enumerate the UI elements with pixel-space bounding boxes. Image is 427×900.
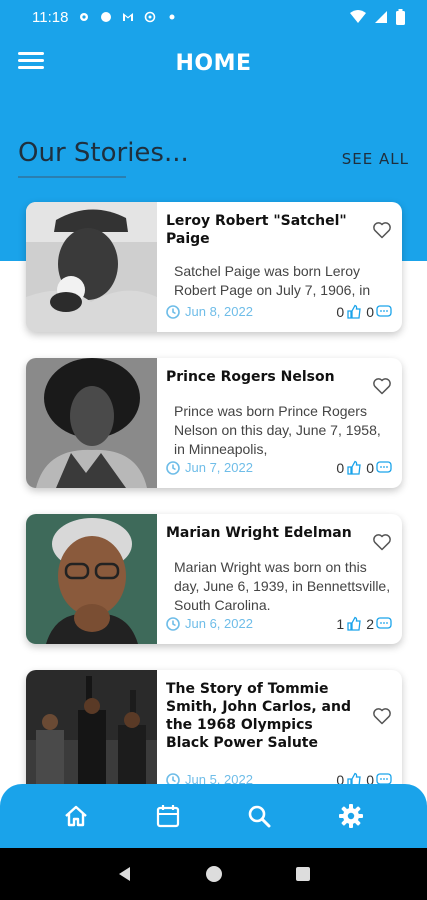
- story-stats: 1 2: [336, 616, 392, 632]
- gear-icon: [339, 804, 364, 828]
- story-excerpt: Satchel Paige was born Leroy Robert Page…: [174, 263, 371, 298]
- story-stats: 0 0: [336, 304, 392, 320]
- story-photo: [26, 202, 157, 332]
- story-excerpt: Marian Wright was born on this day, June…: [174, 559, 391, 613]
- comment-count: 0: [366, 460, 374, 476]
- system-nav-bar: [0, 848, 427, 900]
- like-icon[interactable]: [346, 616, 362, 632]
- story-date: Jun 7, 2022: [166, 460, 253, 475]
- story-card[interactable]: Marian Wright Edelman Marian Wright was …: [26, 514, 402, 644]
- story-card[interactable]: Prince Rogers Nelson Prince was born Pri…: [26, 358, 402, 488]
- story-card[interactable]: Leroy Robert "Satchel" Paige Satchel Pai…: [26, 202, 402, 332]
- story-stats: 0 0: [336, 460, 392, 476]
- heart-icon[interactable]: [372, 220, 392, 240]
- recents-icon[interactable]: [294, 865, 312, 883]
- page-title: HOME: [175, 51, 252, 76]
- search-icon: [249, 805, 271, 828]
- section-title: Our Stories...: [18, 138, 189, 168]
- story-date-text: Jun 7, 2022: [185, 460, 253, 475]
- comment-icon[interactable]: [376, 616, 392, 632]
- clock-icon: [166, 304, 180, 319]
- see-all-link[interactable]: SEE ALL: [342, 150, 409, 168]
- story-card[interactable]: The Story of Tommie Smith, John Carlos, …: [26, 670, 402, 800]
- story-date: Jun 6, 2022: [166, 616, 253, 631]
- settings-status-icon: [80, 13, 89, 21]
- nav-home[interactable]: [62, 802, 90, 830]
- like-count: 1: [336, 616, 345, 632]
- comment-icon[interactable]: [376, 460, 392, 476]
- like-icon[interactable]: [346, 304, 362, 320]
- status-bar: 11:18: [0, 0, 427, 34]
- story-title: Leroy Robert "Satchel" Paige: [166, 213, 347, 247]
- story-photo: [26, 358, 157, 488]
- record-status-icon: [101, 12, 112, 22]
- dot-status-icon: [169, 14, 175, 20]
- comment-count: 0: [366, 304, 374, 320]
- story-date-text: Jun 8, 2022: [185, 304, 253, 319]
- like-icon[interactable]: [346, 460, 362, 476]
- heart-icon[interactable]: [372, 706, 392, 726]
- bottom-nav: [0, 784, 427, 848]
- home-icon: [65, 805, 87, 827]
- battery-icon: [396, 9, 405, 25]
- assistant-status-icon: [145, 11, 156, 23]
- home-button-icon[interactable]: [205, 865, 223, 883]
- story-excerpt: Prince was born Prince Rogers Nelson on …: [174, 403, 381, 457]
- gmail-status-icon: [123, 13, 134, 21]
- nav-search[interactable]: [245, 802, 273, 830]
- story-photo: [26, 670, 157, 800]
- wifi-icon: [350, 10, 366, 23]
- comment-icon[interactable]: [376, 304, 392, 320]
- story-title: Prince Rogers Nelson: [166, 369, 335, 385]
- calendar-icon: [156, 805, 179, 828]
- app-bar: HOME: [0, 34, 427, 96]
- heart-icon[interactable]: [372, 532, 392, 552]
- clock-icon: [166, 460, 180, 475]
- clock-icon: [166, 616, 180, 631]
- like-count: 0: [336, 304, 345, 320]
- like-count: 0: [336, 460, 345, 476]
- signal-icon: [375, 11, 387, 23]
- section-underline: [18, 176, 126, 178]
- nav-settings[interactable]: [337, 802, 365, 830]
- story-date-text: Jun 6, 2022: [185, 616, 253, 631]
- status-time: 11:18: [32, 8, 69, 26]
- back-icon[interactable]: [116, 865, 134, 883]
- story-title: The Story of Tommie Smith, John Carlos, …: [166, 681, 351, 751]
- comment-count: 2: [366, 616, 374, 632]
- heart-icon[interactable]: [372, 376, 392, 396]
- story-date: Jun 8, 2022: [166, 304, 253, 319]
- story-title: Marian Wright Edelman: [166, 525, 352, 541]
- story-photo: [26, 514, 157, 644]
- nav-calendar[interactable]: [154, 802, 182, 830]
